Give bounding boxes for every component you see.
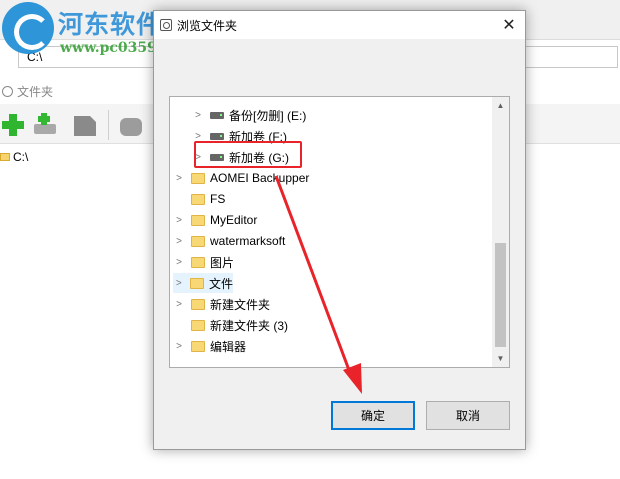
folder-icon — [191, 172, 205, 184]
tree-item-label: 编辑器 — [210, 339, 247, 354]
tree-item-label: AOMEI Backupper — [210, 171, 310, 185]
folder-icon — [191, 340, 205, 352]
chevron-right-icon[interactable]: > — [173, 299, 185, 310]
folder-icon — [191, 214, 205, 226]
tree-item-folder[interactable]: FS — [173, 189, 225, 209]
folder-icon — [191, 235, 205, 247]
tree-item-folder[interactable]: > 新建文件夹 — [173, 294, 270, 314]
tree-item-folder[interactable]: 新建文件夹 (3) — [173, 315, 288, 335]
tag-icon[interactable] — [72, 112, 98, 138]
chevron-right-icon[interactable]: > — [192, 131, 204, 142]
browse-folder-dialog: 浏览文件夹 ✕ ▲ ▼ > 备份[勿删] (E:) > 新加卷 (F:) > 新加卷 (G… — [153, 10, 526, 450]
folder-icon — [190, 277, 204, 289]
red-annotation-box — [194, 141, 302, 168]
folder-icon — [0, 153, 10, 161]
magnifier-icon — [2, 85, 13, 97]
tree-item-folder[interactable]: > 图片 — [173, 252, 234, 272]
folder-icon — [191, 319, 205, 331]
disk-icon[interactable] — [118, 112, 144, 138]
scroll-down-icon[interactable]: ▼ — [492, 350, 509, 367]
dialog-title: 浏览文件夹 — [177, 18, 238, 33]
tree-item-folder[interactable]: > AOMEI Backupper — [173, 168, 309, 188]
drive-icon — [210, 111, 224, 119]
folder-tree: ▲ ▼ > 备份[勿删] (E:) > 新加卷 (F:) > 新加卷 (G:) > AOMEI… — [169, 96, 510, 368]
drive-icon — [210, 132, 224, 140]
tree-item-folder[interactable]: > 文件 — [173, 273, 233, 293]
scroll-up-icon[interactable]: ▲ — [492, 97, 509, 114]
tree-item-label: watermarksoft — [210, 234, 286, 248]
chevron-right-icon[interactable]: > — [173, 257, 185, 268]
scrollbar-thumb[interactable] — [495, 243, 506, 347]
chevron-right-icon[interactable]: > — [173, 278, 184, 289]
chevron-right-icon[interactable]: > — [173, 173, 185, 184]
chevron-right-icon[interactable]: > — [173, 236, 185, 247]
tree-item-label: FS — [210, 192, 226, 206]
tree-item-label: 新建文件夹 (3) — [210, 318, 289, 333]
folder-icon — [191, 298, 205, 310]
background-tree-root[interactable]: C:\ — [0, 150, 28, 164]
folder-icon — [191, 193, 205, 205]
watermark-logo-icon — [2, 2, 54, 54]
tree-item-label: 文件 — [208, 276, 233, 291]
tree-item-drive[interactable]: > 备份[勿删] (E:) — [192, 105, 306, 125]
tree-item-label: MyEditor — [210, 213, 258, 227]
vertical-scrollbar[interactable]: ▲ ▼ — [492, 97, 509, 367]
search-folder-icon — [160, 19, 172, 31]
chevron-right-icon[interactable]: > — [173, 341, 185, 352]
folder-icon — [191, 256, 205, 268]
add-icon[interactable] — [0, 112, 26, 138]
cancel-button[interactable]: 取消 — [426, 401, 510, 430]
background-tree-root-label: C:\ — [13, 150, 29, 164]
background-window-title-text: 文件夹 — [17, 84, 54, 99]
close-icon[interactable]: ✕ — [499, 15, 519, 35]
chevron-right-icon[interactable]: > — [173, 215, 185, 226]
dialog-title-bar: 浏览文件夹 ✕ — [154, 11, 525, 39]
tree-item-label: 新建文件夹 — [210, 297, 271, 312]
tree-item-label: 备份[勿删] (E:) — [229, 108, 307, 123]
toolbar-divider — [108, 110, 109, 140]
ok-button[interactable]: 确定 — [331, 401, 415, 430]
chevron-right-icon[interactable]: > — [192, 110, 204, 121]
add-drive-icon[interactable] — [32, 112, 58, 138]
tree-item-folder[interactable]: > watermarksoft — [173, 231, 285, 251]
tree-item-label: 图片 — [210, 255, 235, 270]
tree-item-folder[interactable]: > MyEditor — [173, 210, 257, 230]
tree-item-folder[interactable]: > 编辑器 — [173, 336, 246, 356]
